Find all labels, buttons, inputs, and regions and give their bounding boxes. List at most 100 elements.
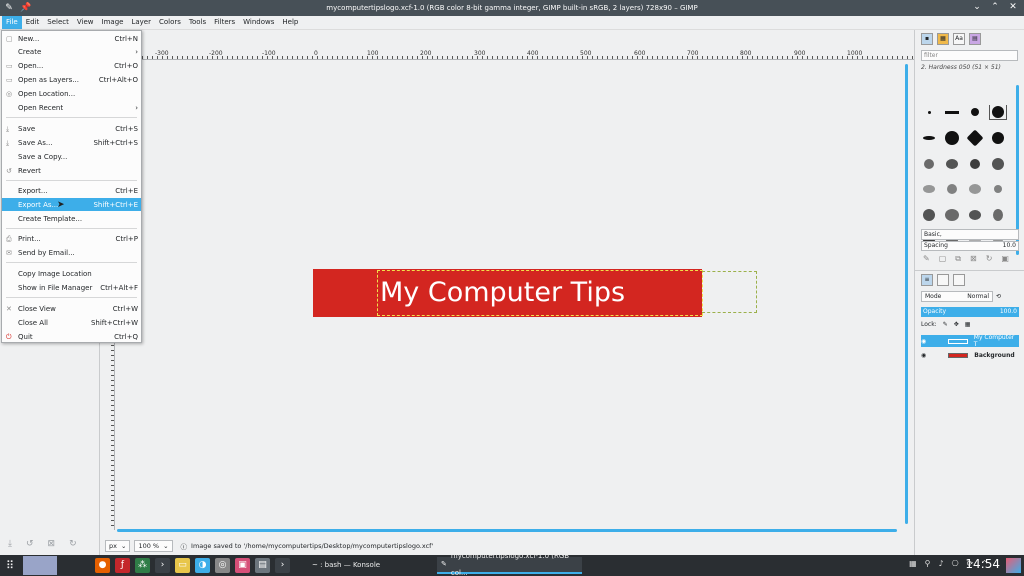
- horizontal-ruler[interactable]: -300 -200 -100 0 100 200 300 400 500 600…: [117, 50, 914, 60]
- layer-mode-select[interactable]: Mode Normal: [921, 291, 993, 302]
- network-icon[interactable]: ⁂: [135, 558, 150, 573]
- minimize-icon[interactable]: ⌄: [972, 2, 982, 12]
- opacity-slider[interactable]: Opacity 100.0: [921, 307, 1019, 317]
- file-manager-icon[interactable]: ▭: [175, 558, 190, 573]
- menu-view[interactable]: View: [73, 16, 98, 29]
- menu-image[interactable]: Image: [98, 16, 128, 29]
- brush-item[interactable]: [944, 105, 960, 119]
- menu-item-close-view[interactable]: ✕ Close View Ctrl+W: [2, 302, 141, 315]
- brush-item[interactable]: [921, 208, 937, 222]
- menu-item-open-as-layers[interactable]: ▭ Open as Layers... Ctrl+Alt+O: [2, 73, 141, 86]
- brush-item[interactable]: [944, 130, 960, 145]
- menu-item-export[interactable]: Export... Ctrl+E: [2, 184, 141, 197]
- menu-help[interactable]: Help: [278, 16, 302, 29]
- brush-item[interactable]: [944, 182, 960, 196]
- brush-item[interactable]: [921, 182, 937, 196]
- menu-tools[interactable]: Tools: [185, 16, 210, 29]
- save-tool-preset-icon[interactable]: ⤓: [8, 539, 12, 549]
- menu-filters[interactable]: Filters: [210, 16, 239, 29]
- menu-item-quit[interactable]: ⏻ Quit Ctrl+Q: [2, 330, 141, 343]
- brush-item[interactable]: [990, 131, 1006, 145]
- image-viewer-icon[interactable]: ▣: [235, 558, 250, 573]
- channels-tab[interactable]: [937, 274, 949, 286]
- close-icon[interactable]: ✕: [1008, 2, 1018, 12]
- spacing-slider[interactable]: Spacing 10.0: [921, 241, 1019, 251]
- menu-item-save-as[interactable]: ⤓ Save As... Shift+Ctrl+S: [2, 136, 141, 149]
- brush-item[interactable]: [921, 131, 937, 145]
- layers-tab[interactable]: ≡: [921, 274, 933, 286]
- menu-select[interactable]: Select: [43, 16, 73, 29]
- pin-icon[interactable]: 📌: [20, 3, 31, 13]
- new-brush-icon[interactable]: ▢: [939, 254, 947, 264]
- patterns-tab[interactable]: ▦: [937, 33, 949, 45]
- menu-item-create-template[interactable]: Create Template...: [2, 212, 141, 225]
- brush-item[interactable]: [944, 157, 960, 171]
- edit-brush-icon[interactable]: ✎: [923, 254, 930, 264]
- clipboard-icon[interactable]: ▦: [909, 559, 917, 568]
- brush-item[interactable]: [967, 208, 983, 222]
- brush-item[interactable]: [921, 105, 937, 119]
- task-gimp[interactable]: ✎ mycomputertipslogo.xcf-1.0 (RGB col...: [437, 552, 582, 576]
- logo-text-layer[interactable]: My Computer Tips: [377, 270, 703, 316]
- app-launcher-icon[interactable]: ⠿: [6, 559, 14, 572]
- menu-item-new[interactable]: ▢ New... Ctrl+N: [2, 32, 141, 45]
- horizontal-scrollbar[interactable]: [117, 529, 897, 532]
- menu-item-export-as[interactable]: Export As... Shift+Ctrl+E ➤: [2, 198, 141, 211]
- menu-item-revert[interactable]: ↺ Revert: [2, 164, 141, 177]
- virtual-desktop-pager[interactable]: [23, 556, 57, 575]
- visibility-eye-icon[interactable]: ◉: [921, 352, 926, 359]
- fonts-tab[interactable]: Aa: [953, 33, 965, 45]
- brush-item[interactable]: [921, 157, 937, 171]
- menu-item-save[interactable]: ⤓ Save Ctrl+S: [2, 122, 141, 135]
- maximize-icon[interactable]: ⌃: [990, 2, 1000, 12]
- menu-item-open[interactable]: ▭ Open... Ctrl+O: [2, 59, 141, 72]
- brush-preset-select[interactable]: Basic,: [921, 229, 1019, 240]
- clock[interactable]: 14:54: [965, 557, 1000, 571]
- layer-row-background[interactable]: ◉ Background: [921, 349, 1019, 361]
- lock-pixels-icon[interactable]: ✎: [943, 321, 948, 328]
- duplicate-brush-icon[interactable]: ⧉: [955, 254, 961, 264]
- vertical-scrollbar[interactable]: [905, 64, 908, 524]
- gimp-app-icon[interactable]: ✎: [4, 3, 14, 13]
- refresh-brushes-icon[interactable]: ↻: [986, 254, 993, 264]
- brush-item-selected[interactable]: [989, 105, 1007, 120]
- terminal-icon[interactable]: ›: [155, 558, 170, 573]
- brush-filter-input[interactable]: filter: [921, 50, 1018, 61]
- screenshot-icon[interactable]: ▤: [255, 558, 270, 573]
- menu-item-copy-location[interactable]: Copy Image Location: [2, 267, 141, 280]
- delete-icon[interactable]: ⊠: [48, 539, 56, 549]
- menu-item-open-recent[interactable]: Open Recent ›: [2, 101, 141, 114]
- notifications-icon[interactable]: ⚲: [925, 559, 931, 568]
- brush-as-image-icon[interactable]: ▣: [1001, 254, 1009, 264]
- mode-switch-icon[interactable]: ⟲: [996, 293, 1001, 300]
- brush-item[interactable]: [966, 129, 984, 147]
- menu-file[interactable]: File: [2, 16, 22, 29]
- lock-alpha-icon[interactable]: ▦: [965, 321, 971, 328]
- menu-colors[interactable]: Colors: [155, 16, 185, 29]
- brush-item[interactable]: [967, 182, 983, 196]
- image-canvas-area[interactable]: -300 -200 -100 0 100 200 300 400 500 600…: [101, 30, 914, 538]
- menu-edit[interactable]: Edit: [22, 16, 44, 29]
- document-history-tab[interactable]: ▤: [969, 33, 981, 45]
- brush-item[interactable]: [967, 105, 983, 119]
- menu-item-close-all[interactable]: Close All Shift+Ctrl+W: [2, 316, 141, 329]
- unit-select[interactable]: px ⌄: [105, 540, 131, 552]
- brushes-tab[interactable]: ▪: [921, 33, 933, 45]
- show-desktop-icon[interactable]: [1006, 558, 1021, 573]
- paths-tab[interactable]: [953, 274, 965, 286]
- menu-item-save-copy[interactable]: Save a Copy...: [2, 150, 141, 163]
- zoom-select[interactable]: 100 % ⌄: [134, 540, 173, 552]
- volume-icon[interactable]: ♪: [939, 559, 944, 568]
- menu-item-create[interactable]: Create ›: [2, 45, 141, 58]
- firefox-icon[interactable]: ●: [95, 558, 110, 573]
- menu-layer[interactable]: Layer: [127, 16, 155, 29]
- menu-item-send-email[interactable]: ✉ Send by Email...: [2, 246, 141, 259]
- menu-windows[interactable]: Windows: [239, 16, 278, 29]
- discover-icon[interactable]: ◑: [195, 558, 210, 573]
- brush-item[interactable]: [990, 182, 1006, 196]
- pdf-reader-icon[interactable]: ƒ: [115, 558, 130, 573]
- menu-item-show-file-manager[interactable]: Show in File Manager Ctrl+Alt+F: [2, 281, 141, 294]
- brush-item[interactable]: [990, 157, 1006, 171]
- brush-item[interactable]: [967, 157, 983, 171]
- menu-item-open-location[interactable]: ◎ Open Location...: [2, 87, 141, 100]
